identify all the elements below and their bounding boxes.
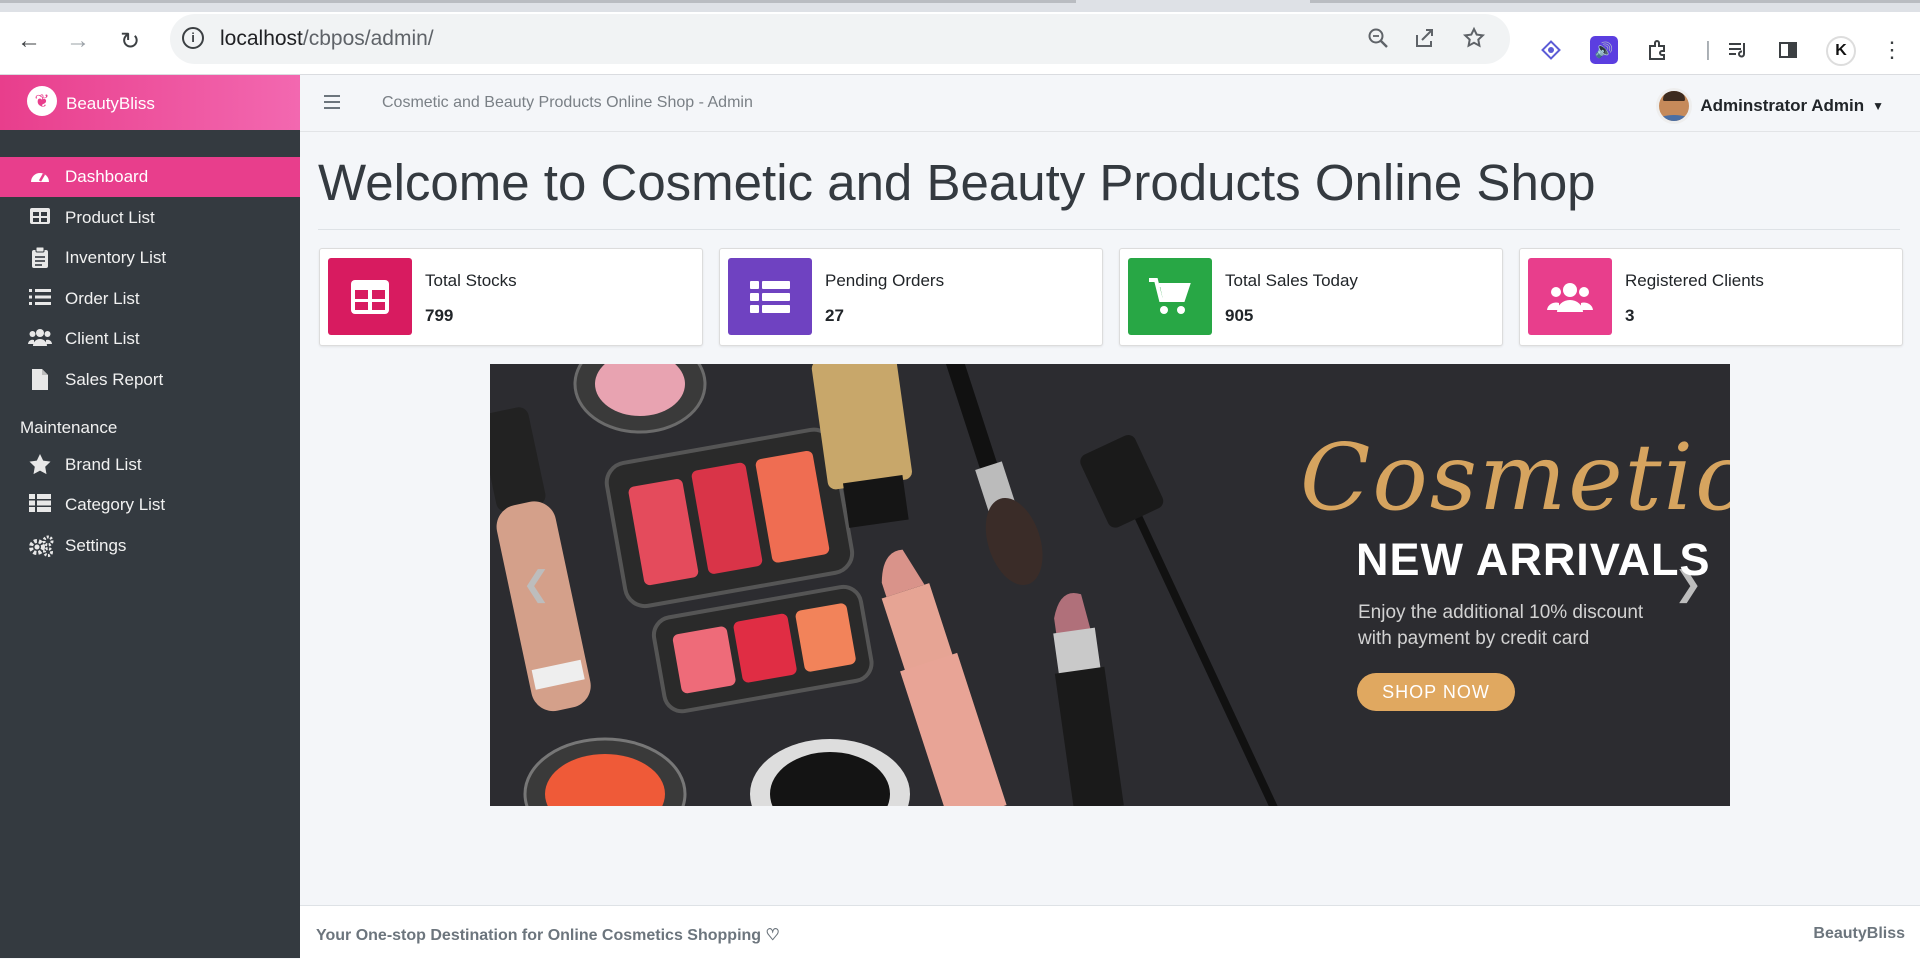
reload-button[interactable]: ↻: [115, 26, 145, 56]
info-box-pending-orders: Pending Orders 27: [719, 248, 1103, 346]
bookmark-star-icon[interactable]: [1462, 26, 1486, 56]
footer: Your One-stop Destination for Online Cos…: [300, 905, 1920, 959]
footer-brand: BeautyBliss: [1813, 925, 1905, 942]
carousel-prev-icon[interactable]: ❮: [522, 564, 551, 604]
user-avatar: [1656, 88, 1693, 124]
sidebar-item-inventory-list[interactable]: Inventory List: [0, 238, 300, 278]
star-icon: [28, 454, 52, 476]
sidebar-item-label: Order List: [65, 289, 140, 308]
footer-tagline: Your One-stop Destination for Online Cos…: [316, 927, 780, 944]
file-icon: [28, 369, 52, 391]
browser-toolbar: ← → ↻ i localhost/cbpos/admin/ 🔊 | K ⋮: [0, 12, 1920, 75]
sidebar-item-label: Category List: [65, 495, 166, 514]
sidebar-item-brand-list[interactable]: Brand List: [0, 445, 300, 485]
maintenance-header: Maintenance: [20, 418, 118, 437]
info-box-total-sales-today: Total Sales Today 905: [1119, 248, 1503, 346]
brand-name: BeautyBliss: [66, 94, 155, 113]
info-box-value: 27: [825, 306, 844, 325]
page-title: Welcome to Cosmetic and Beauty Products …: [318, 154, 1596, 211]
user-dropdown[interactable]: Adminstrator Admin ▼: [1656, 88, 1884, 124]
info-box-label: Total Stocks: [425, 271, 517, 290]
sidebar-item-product-list[interactable]: Product List: [0, 198, 300, 238]
promo-carousel: ❮ ❯ Cosmetic NEW ARRIVALS Enjoy the addi…: [490, 364, 1730, 806]
extension-diamond-icon[interactable]: [1537, 36, 1565, 64]
url-text: localhost/cbpos/admin/: [220, 27, 434, 51]
info-box-total-stocks: Total Stocks 799: [319, 248, 703, 346]
list-icon: [728, 258, 812, 335]
banner-script-text: Cosmetic: [1300, 424, 1730, 531]
address-bar[interactable]: i localhost/cbpos/admin/: [170, 14, 1510, 64]
title-divider: [318, 229, 1900, 230]
url-host: localhost: [220, 27, 303, 50]
sidebar-item-dashboard[interactable]: Dashboard: [0, 157, 300, 197]
sidebar-item-label: Settings: [65, 536, 127, 555]
extensions-puzzle-icon[interactable]: [1644, 36, 1672, 64]
profile-avatar-icon[interactable]: K: [1826, 36, 1856, 66]
th-list-icon: [28, 494, 52, 516]
users-icon: [1528, 258, 1612, 335]
sidebar-item-label: Client List: [65, 329, 140, 348]
share-icon[interactable]: [1413, 26, 1437, 56]
side-panel-icon[interactable]: [1774, 36, 1802, 64]
tab-indicator: [0, 0, 1076, 3]
hamburger-menu-icon[interactable]: [324, 93, 342, 116]
info-box-label: Total Sales Today: [1225, 271, 1358, 290]
shop-now-button[interactable]: SHOP NOW: [1357, 673, 1515, 711]
info-box-value: 905: [1225, 306, 1254, 325]
extension-audio-icon[interactable]: 🔊: [1590, 36, 1618, 64]
caret-down-icon: ▼: [1872, 99, 1884, 113]
sidebar-item-label: Brand List: [65, 455, 142, 474]
reading-list-icon[interactable]: [1724, 36, 1752, 64]
banner-discount-text: Enjoy the additional 10% discount with p…: [1358, 602, 1644, 649]
table-icon: [28, 207, 52, 229]
top-navbar: Cosmetic and Beauty Products Online Shop…: [300, 75, 1920, 132]
sidebar-item-sales-report[interactable]: Sales Report: [0, 360, 300, 400]
sidebar-item-label: Sales Report: [65, 370, 164, 389]
forward-button[interactable]: →: [63, 26, 93, 56]
browser-tab-strip: [0, 0, 1920, 12]
sidebar-item-label: Dashboard: [65, 167, 149, 186]
back-button[interactable]: ←: [14, 26, 44, 56]
info-box-value: 799: [425, 306, 454, 325]
sidebar-item-settings[interactable]: Settings: [0, 526, 300, 566]
sidebar-item-label: Product List: [65, 208, 155, 227]
table-icon: [328, 258, 412, 335]
info-box-label: Pending Orders: [825, 271, 945, 290]
clipboard-list-icon: [28, 246, 52, 269]
info-box-value: 3: [1625, 306, 1635, 325]
cart-icon: [1128, 258, 1212, 335]
sidebar-item-client-list[interactable]: Client List: [0, 319, 300, 359]
banner-headline: NEW ARRIVALS: [1356, 534, 1711, 585]
sidebar: ❦ BeautyBliss Dashboard Product List Inv…: [0, 75, 300, 958]
brand-logo-icon: ❦: [27, 86, 57, 116]
info-box-label: Registered Clients: [1625, 271, 1764, 290]
browser-menu-icon[interactable]: ⋮: [1878, 36, 1906, 64]
tab-indicator: [1310, 0, 1920, 3]
list-icon: [28, 288, 52, 310]
cogs-icon: [28, 535, 54, 557]
tachometer-icon: [28, 166, 52, 188]
sidebar-item-label: Inventory List: [65, 248, 167, 267]
url-path: /cbpos/admin/: [302, 27, 434, 50]
sidebar-item-order-list[interactable]: Order List: [0, 279, 300, 319]
site-info-icon[interactable]: i: [182, 27, 204, 49]
user-name: Adminstrator Admin: [1700, 96, 1865, 115]
users-icon: [28, 328, 52, 350]
sidebar-item-category-list[interactable]: Category List: [0, 485, 300, 525]
zoom-icon[interactable]: [1366, 26, 1390, 56]
info-box-registered-clients: Registered Clients 3: [1519, 248, 1903, 346]
toolbar-separator: |: [1705, 38, 1711, 61]
brand-link[interactable]: ❦ BeautyBliss: [0, 75, 300, 130]
app-title: Cosmetic and Beauty Products Online Shop…: [382, 94, 753, 111]
